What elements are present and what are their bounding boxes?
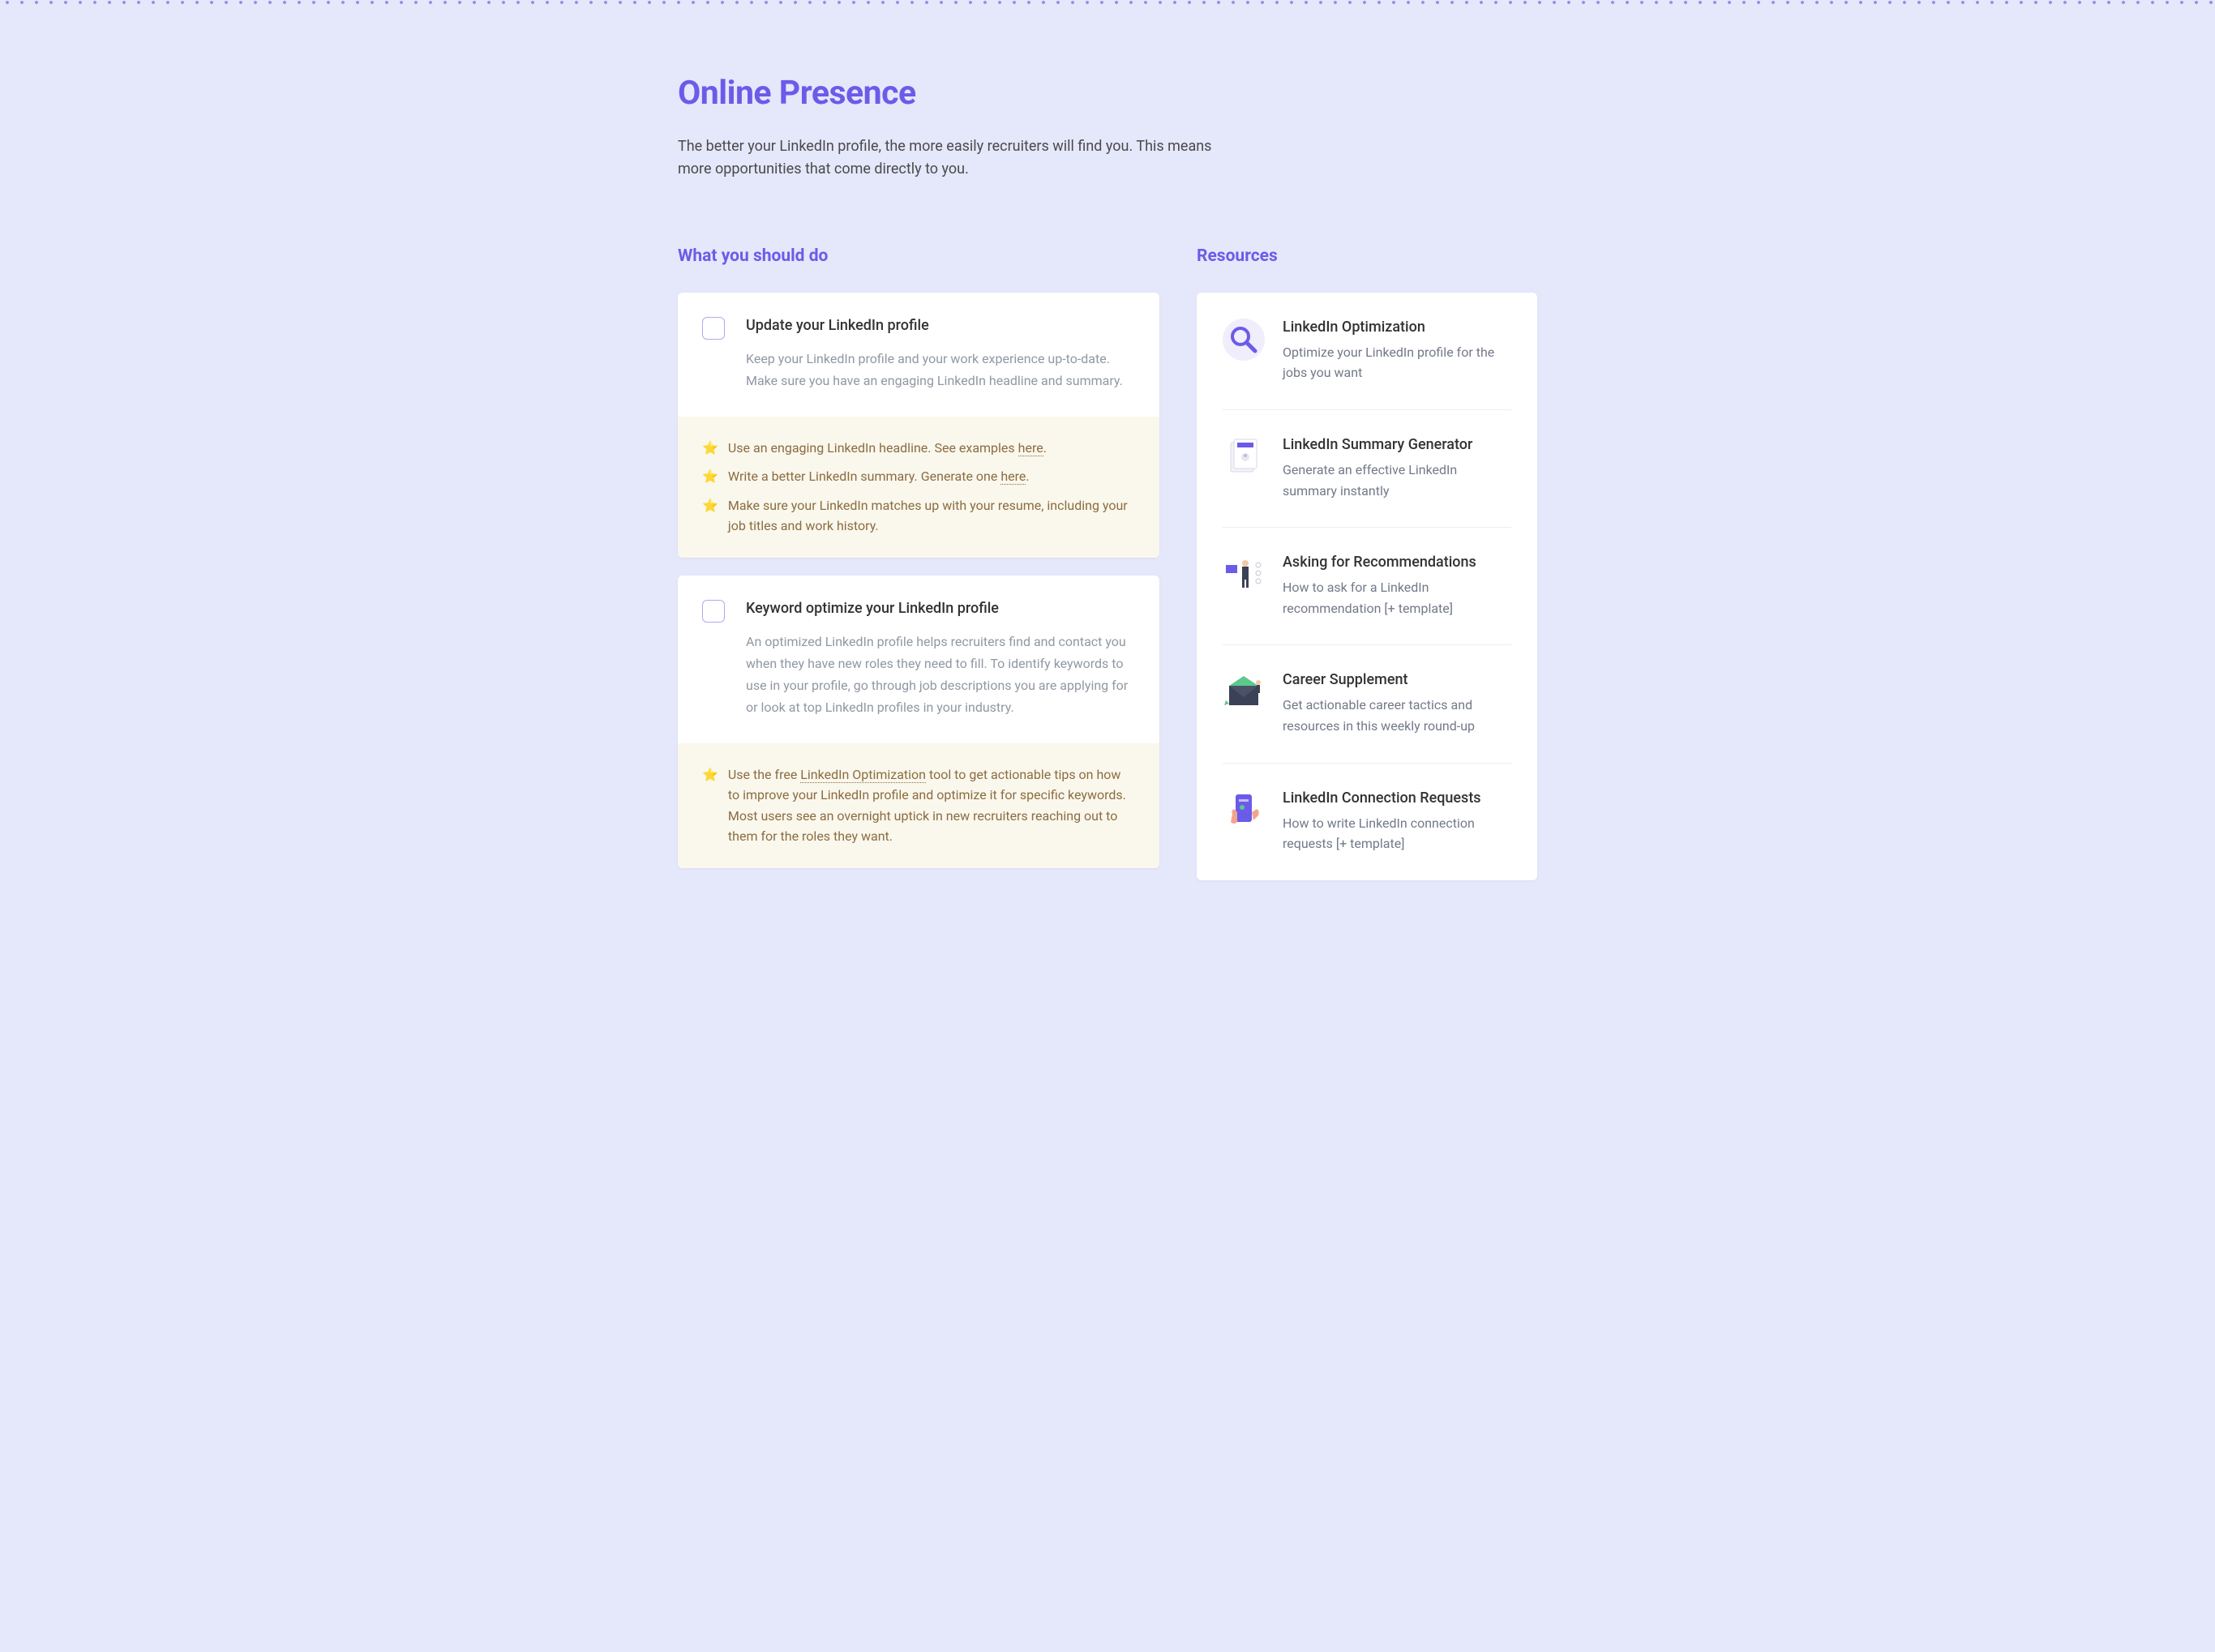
task-content: Update your LinkedIn profile Keep your L… <box>746 317 1135 392</box>
magnifier-icon <box>1223 319 1265 361</box>
tip-text: Write a better LinkedIn summary. Generat… <box>728 466 1135 487</box>
star-icon: ⭐ <box>702 438 718 459</box>
resource-item[interactable]: LinkedIn Optimization Optimize your Link… <box>1223 293 1511 410</box>
resource-title: Asking for Recommendations <box>1283 554 1511 571</box>
tip-text: Make sure your LinkedIn matches up with … <box>728 495 1135 537</box>
resource-desc: Optimize your LinkedIn profile for the j… <box>1283 342 1511 383</box>
tip-link[interactable]: here <box>1000 469 1026 485</box>
resource-item[interactable]: LinkedIn Connection Requests How to writ… <box>1223 764 1511 880</box>
divider <box>0 0 2215 5</box>
resource-desc: How to ask for a LinkedIn recommendation… <box>1283 577 1511 618</box>
tip-link[interactable]: here <box>1018 440 1043 456</box>
resource-content: LinkedIn Connection Requests How to writ… <box>1283 790 1511 854</box>
resources-heading: Resources <box>1197 246 1537 266</box>
resource-item[interactable]: Asking for Recommendations How to ask fo… <box>1223 528 1511 645</box>
resource-content: LinkedIn Summary Generator Generate an e… <box>1283 436 1511 501</box>
task-desc: An optimized LinkedIn profile helps recr… <box>746 631 1135 719</box>
documents-icon <box>1223 436 1265 478</box>
tip-text: Use an engaging LinkedIn headline. See e… <box>728 438 1135 459</box>
resources-card: LinkedIn Optimization Optimize your Link… <box>1197 293 1537 880</box>
task-card: Update your LinkedIn profile Keep your L… <box>678 293 1159 558</box>
resource-content: LinkedIn Optimization Optimize your Link… <box>1283 319 1511 383</box>
envelope-icon <box>1223 671 1265 713</box>
task-title: Keyword optimize your LinkedIn profile <box>746 600 1135 617</box>
tip: ⭐ Write a better LinkedIn summary. Gener… <box>702 466 1135 487</box>
task-desc: Keep your LinkedIn profile and your work… <box>746 349 1135 392</box>
resource-desc: Get actionable career tactics and resour… <box>1283 695 1511 736</box>
todo-column: What you should do Update your LinkedIn … <box>678 246 1159 886</box>
person-list-icon <box>1223 554 1265 596</box>
columns: What you should do Update your LinkedIn … <box>678 246 1537 886</box>
star-icon: ⭐ <box>702 495 718 537</box>
resource-title: LinkedIn Optimization <box>1283 319 1511 336</box>
resource-content: Career Supplement Get actionable career … <box>1283 671 1511 736</box>
tip: ⭐ Make sure your LinkedIn matches up wit… <box>702 495 1135 537</box>
task-title: Update your LinkedIn profile <box>746 317 1135 334</box>
resource-title: LinkedIn Connection Requests <box>1283 790 1511 807</box>
task-content: Keyword optimize your LinkedIn profile A… <box>746 600 1135 719</box>
page-title: Online Presence <box>678 74 1537 113</box>
resource-item[interactable]: Career Supplement Get actionable career … <box>1223 645 1511 763</box>
task-checkbox[interactable] <box>702 317 725 340</box>
task-card: Keyword optimize your LinkedIn profile A… <box>678 576 1159 868</box>
task-checkbox[interactable] <box>702 600 725 623</box>
tip-link[interactable]: LinkedIn Optimization <box>800 767 926 783</box>
task-header: Update your LinkedIn profile Keep your L… <box>678 293 1159 417</box>
phone-hand-icon <box>1223 790 1265 832</box>
tip: ⭐ Use an engaging LinkedIn headline. See… <box>702 438 1135 459</box>
resource-desc: How to write LinkedIn connection request… <box>1283 813 1511 854</box>
resource-desc: Generate an effective LinkedIn summary i… <box>1283 460 1511 501</box>
resource-title: Career Supplement <box>1283 671 1511 688</box>
todo-heading: What you should do <box>678 246 1159 266</box>
resource-title: LinkedIn Summary Generator <box>1283 436 1511 453</box>
tip: ⭐ Use the free LinkedIn Optimization too… <box>702 764 1135 847</box>
tips: ⭐ Use an engaging LinkedIn headline. See… <box>678 417 1159 558</box>
page-subtitle: The better your LinkedIn profile, the mo… <box>678 135 1221 182</box>
resources-column: Resources LinkedIn Optimization Optimize… <box>1197 246 1537 886</box>
star-icon: ⭐ <box>702 466 718 487</box>
tips: ⭐ Use the free LinkedIn Optimization too… <box>678 743 1159 868</box>
task-header: Keyword optimize your LinkedIn profile A… <box>678 576 1159 743</box>
tip-text: Use the free LinkedIn Optimization tool … <box>728 764 1135 847</box>
resource-item[interactable]: LinkedIn Summary Generator Generate an e… <box>1223 410 1511 528</box>
star-icon: ⭐ <box>702 764 718 847</box>
resource-content: Asking for Recommendations How to ask fo… <box>1283 554 1511 618</box>
container: Online Presence The better your LinkedIn… <box>662 74 1553 886</box>
